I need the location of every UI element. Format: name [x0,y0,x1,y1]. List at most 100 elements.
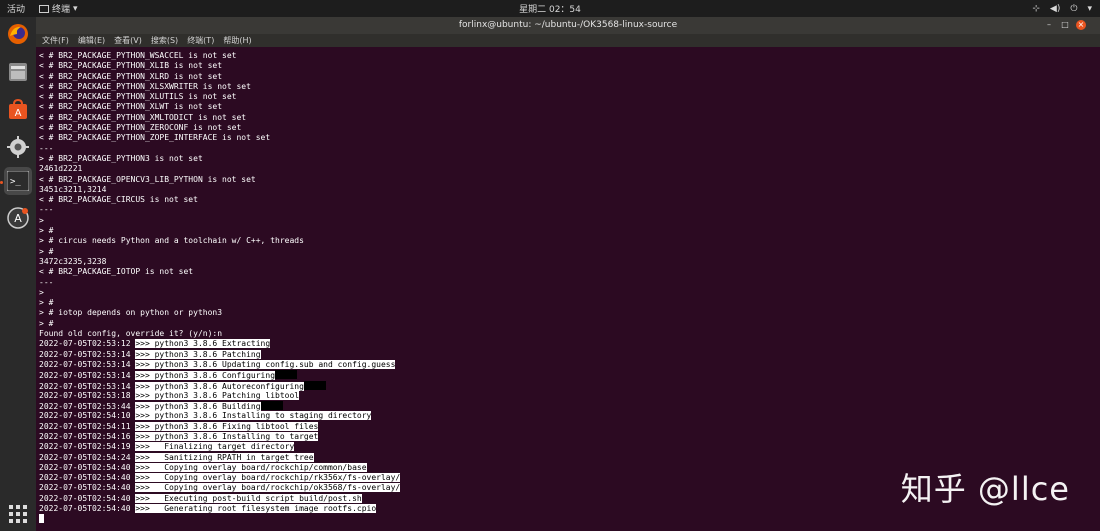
terminal-app-icon [39,4,50,13]
terminal-line: < # BR2_PACKAGE_OPENCV3_LIB_PYTHON is no… [39,174,256,184]
menu-help[interactable]: 帮助(H) [223,35,251,46]
build-timestamp: 2022-07-05T02:53:12 [39,339,136,349]
terminal-line: < # BR2_PACKAGE_PYTHON_XLRD is not set [39,71,223,81]
menu-edit[interactable]: 编辑(E) [78,35,105,46]
terminal-line: > [39,287,44,297]
maximize-button[interactable]: □ [1060,20,1070,30]
terminal-line: > [39,215,44,225]
build-message: >>> Finalizing target directory [135,442,295,452]
activities-button[interactable]: 活动 [7,2,25,15]
terminal-line: 2461d2221 [39,164,83,174]
clock[interactable]: 星期二 02：54 [0,2,1100,15]
system-tray[interactable]: ⊹ ◀) ⏻ ▾ [1032,0,1092,17]
build-timestamp: 2022-07-05T02:54:40 [39,473,136,483]
dock-files[interactable] [4,58,32,86]
software-updater-icon: A [7,207,29,229]
build-message: >>> Copying overlay board/rockchip/commo… [135,462,367,472]
build-message: >>> Copying overlay board/rockchip/rk356… [135,473,401,483]
terminal-line: > # [39,318,54,328]
build-timestamp: 2022-07-05T02:54:40 [39,462,136,472]
volume-icon[interactable]: ◀) [1050,4,1060,14]
menu-view[interactable]: 查看(V) [114,35,142,46]
terminal-line: < # BR2_PACKAGE_PYTHON_XMLTODICT is not … [39,112,247,122]
terminal-line: < # BR2_PACKAGE_PYTHON_XLUTILS is not se… [39,92,237,102]
build-log-line: 2022-07-05T02:54:16 >>> python3 3.8.6 In… [39,431,1095,442]
build-timestamp: 2022-07-05T02:54:40 [39,483,136,493]
text-cursor [39,514,44,524]
menu-terminal[interactable]: 终端(T) [187,35,214,46]
svg-text:A: A [15,108,22,119]
firefox-icon [8,24,28,44]
tray-menu-icon[interactable]: ▾ [1087,4,1092,14]
terminal-line: < # BR2_PACKAGE_PYTHON_WSACCEL is not se… [39,51,237,60]
terminal-line: > # [39,246,54,256]
terminal-line: --- [39,143,54,153]
network-icon[interactable]: ⊹ [1032,4,1040,14]
terminal-line: < # BR2_PACKAGE_PYTHON_ZOPE_INTERFACE is… [39,133,271,143]
terminal-line: < # BR2_PACKAGE_IOTOP is not set [39,267,194,277]
build-message: >>> python3 3.8.6 Fixing libtool files [135,421,319,431]
render-artifact-block [303,380,326,390]
build-log-line: 2022-07-05T02:53:18 >>> python3 3.8.6 Pa… [39,390,1095,401]
terminal-line: > # [39,298,54,308]
terminal-line: 3472c3235,3238 [39,256,107,266]
power-icon[interactable]: ⏻ [1070,4,1077,14]
show-apps-icon [9,505,27,523]
chevron-down-icon: ▾ [73,3,78,14]
dock-terminal[interactable]: >_ [4,167,32,195]
build-message: >>> python3 3.8.6 Building [135,402,261,412]
menu-bar: 文件(F) 编辑(E) 查看(V) 搜索(S) 终端(T) 帮助(H) [36,34,1100,47]
build-timestamp: 2022-07-05T02:53:14 [39,381,136,391]
menu-file[interactable]: 文件(F) [42,35,69,46]
app-menu[interactable]: 终端 ▾ [39,2,78,15]
terminal-output[interactable]: < # BR2_PACKAGE_PYTHON_WSACCEL is not se… [39,51,1095,529]
dock-settings[interactable] [4,133,32,161]
build-log-line: 2022-07-05T02:53:14 >>> python3 3.8.6 Pa… [39,349,1095,360]
files-icon [9,63,27,81]
build-message: >>> python3 3.8.6 Patching [135,349,261,359]
window-titlebar[interactable]: forlinx@ubuntu: ~/ubuntu-/OK3568-linux-s… [36,17,1100,34]
build-log-line: 2022-07-05T02:53:12 >>> python3 3.8.6 Ex… [39,339,1095,349]
close-button[interactable]: × [1076,20,1086,30]
terminal-line: > # [39,226,54,236]
build-timestamp: 2022-07-05T02:53:14 [39,349,136,359]
menu-search[interactable]: 搜索(S) [151,35,178,46]
minimize-button[interactable]: – [1044,20,1054,30]
build-message: >>> python3 3.8.6 Configuring [135,371,276,381]
window-title: forlinx@ubuntu: ~/ubuntu-/OK3568-linux-s… [458,20,678,30]
terminal-line: > # BR2_PACKAGE_PYTHON3 is not set [39,153,203,163]
terminal-line: > # circus needs Python and a toolchain … [39,236,304,246]
launcher-dock: A >_ A [0,17,37,531]
build-message: >>> python3 3.8.6 Autoreconfiguring [135,381,304,391]
active-indicator [0,181,3,184]
terminal-line: > # iotop depends on python or python3 [39,308,223,318]
dock-software-updater[interactable]: A [4,204,32,232]
dock-software-center[interactable]: A [4,96,32,124]
build-message: >>> Copying overlay board/rockchip/ok356… [135,483,401,493]
dock-firefox[interactable] [4,20,32,48]
terminal-line: --- [39,205,54,215]
app-menu-label: 终端 [52,5,71,15]
build-message: >>> Generating root filesystem image roo… [135,504,377,514]
terminal-line: < # BR2_PACKAGE_PYTHON_ZEROCONF is not s… [39,123,242,133]
software-center-icon: A [9,98,27,119]
prompt-line[interactable] [39,514,1095,524]
terminal-line: < # BR2_PACKAGE_PYTHON_XLWT is not set [39,102,223,112]
build-timestamp: 2022-07-05T02:53:14 [39,359,136,369]
build-message: >>> python3 3.8.6 Patching libtool [135,390,300,400]
zhihu-watermark: 知乎 @llce [900,470,1070,508]
render-artifact-block [275,370,298,380]
dock-show-apps[interactable] [4,500,32,528]
terminal-line: < # BR2_PACKAGE_PYTHON_XLSXWRITER is not… [39,81,251,91]
build-timestamp: 2022-07-05T02:54:24 [39,452,136,462]
render-artifact-block [260,401,283,411]
build-log-line: 2022-07-05T02:53:14 >>> python3 3.8.6 Co… [39,370,1095,381]
build-log-line: 2022-07-05T02:54:19 >>> Finalizing targe… [39,442,1095,452]
build-timestamp: 2022-07-05T02:54:40 [39,493,136,503]
settings-icon [7,136,29,158]
build-log-line: 2022-07-05T02:54:11 >>> python3 3.8.6 Fi… [39,421,1095,432]
build-message: >>> python3 3.8.6 Extracting [135,339,271,349]
build-log-line: 2022-07-05T02:54:10 >>> python3 3.8.6 In… [39,411,1095,421]
build-timestamp: 2022-07-05T02:54:16 [39,431,136,441]
terminal-line: --- [39,277,54,287]
